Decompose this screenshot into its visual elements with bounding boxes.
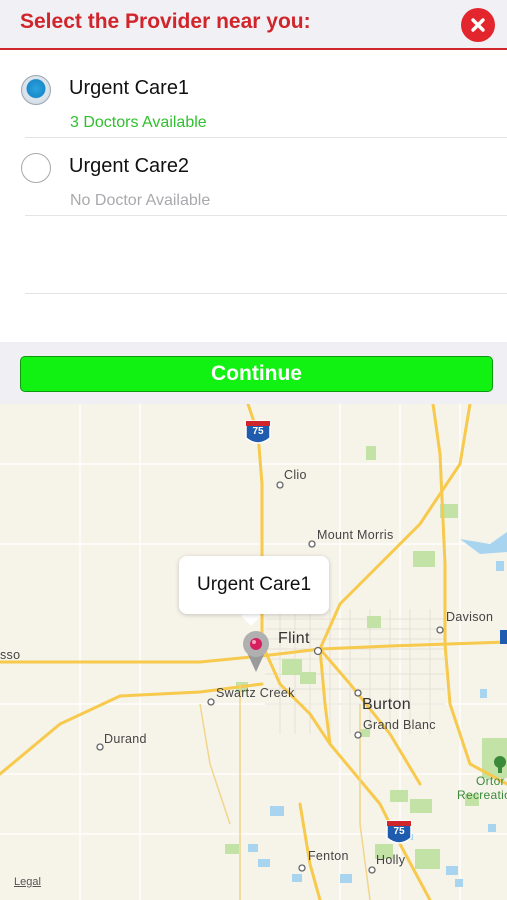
close-icon — [471, 18, 485, 32]
page-title: Select the Provider near you: — [20, 10, 311, 33]
map-label-sso: sso — [0, 648, 21, 662]
map-pin-icon — [243, 631, 269, 672]
provider-status: No Doctor Available — [70, 192, 211, 209]
provider-list: Urgent Care1 3 Doctors Available Urgent … — [0, 60, 507, 342]
map-label-holly: Holly — [376, 853, 406, 867]
divider — [25, 293, 507, 294]
radio-unselected-icon[interactable] — [21, 153, 51, 183]
map-label-ortonville: Ortor — [476, 774, 505, 788]
divider — [25, 215, 507, 216]
map-label-fenton: Fenton — [308, 849, 349, 863]
provider-name: Urgent Care1 — [69, 77, 190, 99]
map-label-grand-blanc: Grand Blanc — [363, 718, 436, 732]
map-view[interactable]: Clio Mount Morris Flint Davison sso Swar… — [0, 404, 507, 900]
map-label-flint: Flint — [278, 630, 310, 647]
highway-shield-label: 75 — [393, 826, 405, 837]
provider-row-2[interactable]: Urgent Care2 No Doctor Available — [0, 138, 507, 216]
map-callout[interactable]: Urgent Care1 — [179, 556, 329, 614]
header: Select the Provider near you: — [0, 0, 507, 50]
provider-row-1[interactable]: Urgent Care1 3 Doctors Available — [0, 60, 507, 138]
map-label-durand: Durand — [104, 732, 147, 746]
continue-button[interactable]: Continue — [20, 356, 493, 392]
map-label-clio: Clio — [284, 468, 307, 482]
map-label-mount-morris: Mount Morris — [317, 528, 394, 542]
map-canvas — [0, 404, 507, 900]
map-label-recreation: Recreatio — [457, 788, 507, 802]
continue-bar: Continue — [0, 342, 507, 404]
radio-selected-icon[interactable] — [21, 75, 51, 105]
map-label-davison: Davison — [446, 610, 494, 624]
map-label-burton: Burton — [362, 696, 411, 713]
legal-link[interactable]: Legal — [14, 876, 41, 888]
highway-shield-label: 75 — [252, 426, 264, 437]
provider-name: Urgent Care2 — [69, 155, 190, 177]
provider-status: 3 Doctors Available — [70, 114, 207, 131]
map-label-swartz-creek: Swartz Creek — [216, 686, 295, 700]
close-button[interactable] — [461, 8, 495, 42]
